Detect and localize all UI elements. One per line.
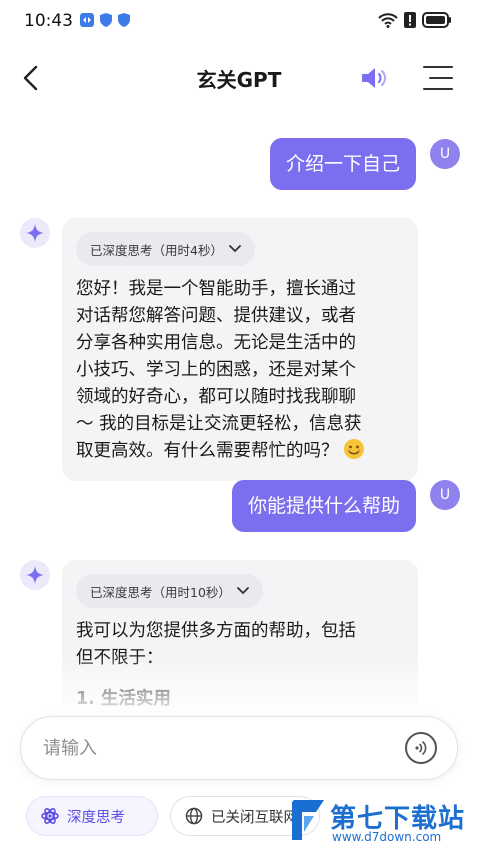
- speaker-icon: [362, 68, 386, 88]
- think-toggle[interactable]: 已深度思考（用时4秒）: [76, 232, 255, 266]
- ai-message-text: 我可以为您提供多方面的帮助，包括 但不限于： 1. 生活实用: [76, 618, 404, 713]
- chat-list[interactable]: 介绍一下自己 U 已深度思考（用时4秒） 您好！我是一个智能助手，擅长通过 对话…: [0, 104, 478, 724]
- menu-button[interactable]: [418, 62, 458, 94]
- menu-icon: [423, 66, 453, 90]
- back-button[interactable]: [12, 58, 48, 98]
- sim-alert-icon: [404, 12, 416, 28]
- text-line: 领域的好奇心，都可以随时找我聊聊: [76, 387, 356, 407]
- message-input[interactable]: [43, 717, 383, 779]
- text-line: ～ 我的目标是让交流更轻松，信息获: [76, 414, 362, 434]
- chevron-down-icon: [229, 245, 241, 253]
- status-time: 10:43: [24, 11, 73, 31]
- watermark-brand: 第七下载站: [330, 804, 466, 834]
- text-line: 分享各种实用信息。无论是生活中的: [76, 333, 356, 353]
- deep-think-label: 深度思考: [67, 809, 125, 826]
- speaker-button[interactable]: [356, 62, 394, 94]
- avatar[interactable]: U: [430, 139, 460, 169]
- battery-icon: [422, 12, 451, 28]
- text-line: 对话帮您解答问题、提供建议，或者: [76, 306, 356, 326]
- voice-input-button[interactable]: [405, 732, 437, 764]
- ai-message: 已深度思考（用时10秒） 我可以为您提供多方面的帮助，包括 但不限于： 1. 生…: [62, 560, 418, 724]
- ai-message-text: 您好！我是一个智能助手，擅长通过 对话帮您解答问题、提供建议，或者 分享各种实用…: [76, 276, 404, 469]
- ai-avatar: [20, 560, 50, 590]
- think-toggle[interactable]: 已深度思考（用时10秒）: [76, 574, 263, 608]
- smile-emoji-icon: [343, 438, 365, 469]
- message-input-box: [20, 716, 458, 780]
- user-message: 你能提供什么帮助: [231, 480, 416, 532]
- watermark-url: www.d7down.com: [332, 830, 442, 844]
- text-line: 但不限于：: [76, 648, 164, 668]
- status-right: [378, 12, 452, 28]
- user-message: 介绍一下自己: [269, 138, 416, 190]
- sparkle-icon: [26, 566, 44, 584]
- deep-think-toggle[interactable]: 深度思考: [26, 796, 158, 836]
- text-line: 小技巧、学习上的困惑，还是对某个: [76, 360, 356, 380]
- status-bar: 10:43: [0, 0, 478, 44]
- ai-avatar: [20, 218, 50, 248]
- page-title: 玄关GPT: [196, 68, 282, 92]
- think-label: 已深度思考（用时4秒）: [90, 242, 223, 258]
- shield-icon: [100, 13, 112, 27]
- sparkle-icon: [26, 224, 44, 242]
- web-search-label: 已关闭互联网: [211, 809, 298, 826]
- ai-message: 已深度思考（用时4秒） 您好！我是一个智能助手，擅长通过 对话帮您解答问题、提供…: [62, 218, 418, 481]
- shield-icon: [118, 13, 130, 27]
- avatar[interactable]: U: [430, 480, 460, 510]
- think-label: 已深度思考（用时10秒）: [90, 584, 231, 600]
- text-line: 取更高效。有什么需要帮忙的吗？: [76, 441, 339, 461]
- text-line: 1. 生活实用: [76, 689, 171, 709]
- voice-wave-icon: [415, 741, 427, 755]
- wifi-icon: [378, 13, 398, 28]
- text-line-last: 取更高效。有什么需要帮忙的吗？: [76, 438, 404, 469]
- web-search-toggle[interactable]: 已关闭互联网: [170, 796, 320, 836]
- chevron-down-icon: [237, 587, 249, 595]
- app-notification-icon: [80, 13, 94, 27]
- text-line: 您好！我是一个智能助手，擅长通过: [76, 279, 356, 299]
- globe-icon: [185, 807, 203, 825]
- app-header: 玄关GPT: [0, 52, 478, 104]
- atom-icon: [41, 808, 59, 824]
- chevron-left-icon: [23, 65, 38, 91]
- status-app-icons: [80, 13, 130, 27]
- text-line: 我可以为您提供多方面的帮助，包括: [76, 621, 356, 641]
- chat-screen: 10:43 玄关GPT 介绍一下自己 U 已深度思考（用时4秒） 您好！我是一个…: [0, 0, 478, 850]
